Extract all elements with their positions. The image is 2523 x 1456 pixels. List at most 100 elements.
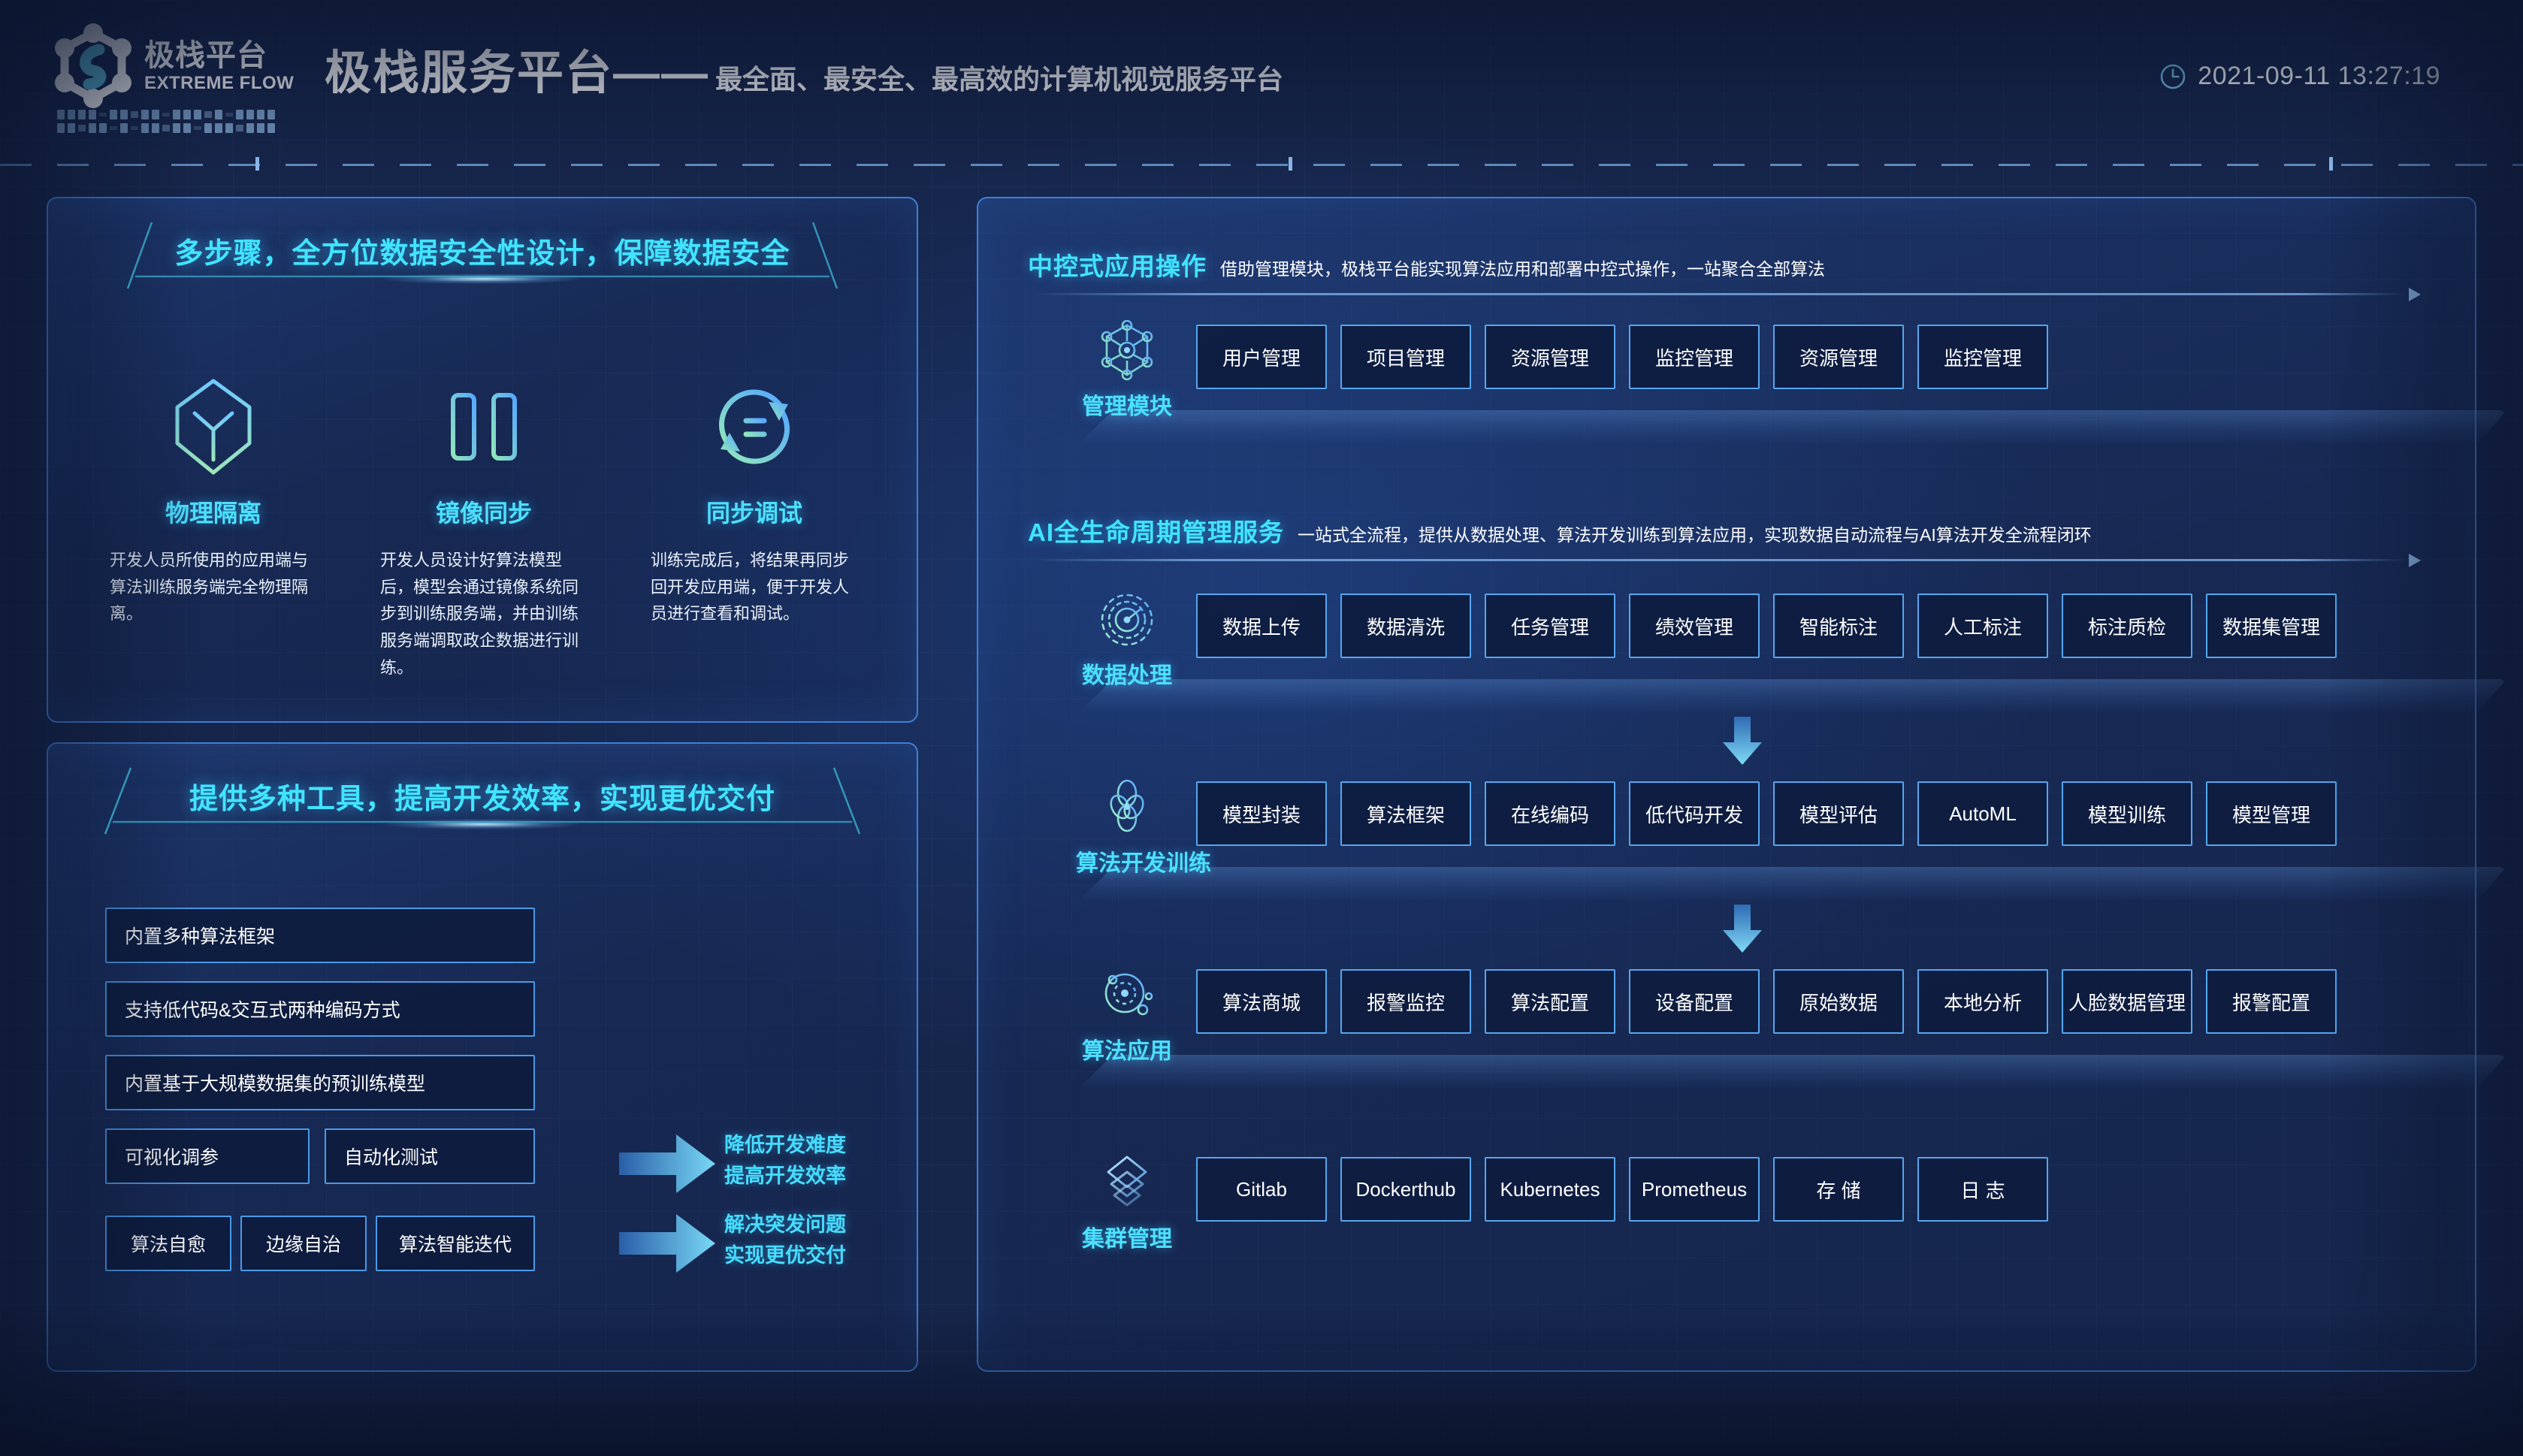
tool-box-label: 算法自愈 [130,1234,206,1255]
tool-box-label: 支持低代码&交互式两种编码方式 [125,1000,400,1021]
section-rule [1034,288,2421,301]
outcome-line-2: 提高开发效率 [724,1164,846,1187]
chip-algorithm-framework[interactable]: 算法框架 [1340,781,1471,846]
stacked-layers-icon [1076,1151,1178,1216]
chip-annotation-qc[interactable]: 标注质检 [2062,594,2192,658]
clock-icon [2160,64,2186,89]
chip-algorithm-config[interactable]: 算法配置 [1485,969,1615,1034]
section-title: AI全生命周期管理服务 [1028,518,1284,546]
chip-raw-data[interactable]: 原始数据 [1773,969,1904,1034]
tool-box-smart-iteration[interactable]: 算法智能迭代 [376,1216,535,1271]
tool-box-label: 内置多种算法框架 [125,926,276,947]
network-nodes-icon [1076,319,1178,383]
chip-dockerhub[interactable]: Dockerthub [1340,1157,1471,1222]
app-header: 极栈平台 EXTREME FLOW 极栈服务平台—— 最全面、最安全、最高效的计… [0,0,2523,171]
chip-automl[interactable]: AutoML [1917,781,2048,846]
logo-english-name: EXTREME FLOW [144,72,295,93]
section-header-ai-lifecycle: AI全生命周期管理服务 一站式全流程，提供从数据处理、算法开发训练到算法应用，实… [1028,512,2092,548]
chip-storage[interactable]: 存 储 [1773,1157,1904,1222]
feature-physical-isolation: 物理隔离 开发人员所使用的应用端与算法训练服务端完全物理隔离。 [78,376,349,681]
chip-alarm-monitoring[interactable]: 报警监控 [1340,969,1471,1034]
chip-model-packaging[interactable]: 模型封装 [1196,781,1327,846]
chip-alarm-config[interactable]: 报警配置 [2206,969,2337,1034]
chip-performance-management[interactable]: 绩效管理 [1629,594,1760,658]
chip-smart-annotation[interactable]: 智能标注 [1773,594,1904,658]
row-shelf [1079,1055,2506,1088]
section-rule [1034,554,2421,567]
chip-monitor-management[interactable]: 监控管理 [1629,325,1760,389]
chip-model-training[interactable]: 模型训练 [2062,781,2192,846]
outcome-efficiency: 降低开发难度 提高开发效率 [724,1130,846,1191]
row-management-module: 管理模块 用户管理 项目管理 资源管理 监控管理 资源管理 监控管理 [1076,319,2506,461]
row-shelf [1079,867,2506,900]
section-header-central-control: 中控式应用操作 借助管理模块，极栈平台能实现算法应用和部署中控式操作，一站聚合全… [1028,246,1825,282]
tools-content: 内置多种算法框架 支持低代码&交互式两种编码方式 内置基于大规模数据集的预训练模… [48,908,920,1358]
outcome-line-2: 实现更优交付 [724,1243,846,1267]
tool-box-label: 边缘自治 [265,1234,341,1255]
page-subtitle: 最全面、最安全、最高效的计算机视觉服务平台 [715,64,1284,95]
tool-box-frameworks[interactable]: 内置多种算法框架 [105,908,535,963]
row-label: 数据处理 [1082,663,1172,688]
row-chip-list: 数据上传 数据清洗 任务管理 绩效管理 智能标注 人工标注 标注质检 数据集管理 [1196,594,2337,658]
platform-capabilities-panel: 中控式应用操作 借助管理模块，极栈平台能实现算法应用和部署中控式操作，一站聚合全… [977,197,2506,1372]
tool-box-label: 自动化测试 [344,1147,439,1168]
orbit-atom-icon [1076,963,1178,1028]
chip-dataset-management[interactable]: 数据集管理 [2206,594,2337,658]
chip-gitlab[interactable]: Gitlab [1196,1157,1327,1222]
chip-low-code-development[interactable]: 低代码开发 [1629,781,1760,846]
row-label: 管理模块 [1082,394,1172,419]
chip-online-coding[interactable]: 在线编码 [1485,781,1615,846]
section-subtitle: 借助管理模块，极栈平台能实现算法应用和部署中控式操作，一站聚合全部算法 [1220,259,1825,279]
chip-kubernetes[interactable]: Kubernetes [1485,1157,1615,1222]
page-title: 极栈服务平台—— [325,47,710,99]
tool-box-edge-autonomy[interactable]: 边缘自治 [240,1216,367,1271]
chip-resource-management[interactable]: 资源管理 [1485,325,1615,389]
feature-name: 同步调试 [706,500,802,527]
security-banner: 多步骤，全方位数据安全性设计，保障数据安全 [48,198,917,289]
feature-mirror-sync: 镜像同步 开发人员设计好算法模型后，模型会通过镜像系统同步到训练服务端，并由训练… [349,376,619,681]
extreme-flow-logo-icon [55,23,131,108]
tool-box-visual-tuning[interactable]: 可视化调参 [105,1128,310,1184]
row-chip-list: 模型封装 算法框架 在线编码 低代码开发 模型评估 AutoML 模型训练 模型… [1196,781,2337,846]
tools-banner: 提供多种工具，提高开发效率，实现更优交付 [48,744,917,835]
chip-local-analysis[interactable]: 本地分析 [1917,969,2048,1034]
logo-chinese-name: 极栈平台 [144,38,267,72]
feature-description: 开发人员设计好算法模型后，模型会通过镜像系统同步到训练服务端，并由训练服务端调取… [380,551,579,677]
logo-decor-bars [57,110,283,135]
chip-model-evaluation[interactable]: 模型评估 [1773,781,1904,846]
chip-project-management[interactable]: 项目管理 [1340,325,1471,389]
datetime-text: 2021-09-11 13:27:19 [2198,62,2440,90]
outcome-line-1: 降低开发难度 [724,1134,846,1156]
row-chip-list: 用户管理 项目管理 资源管理 监控管理 资源管理 监控管理 [1196,325,2048,389]
data-security-panel: 多步骤，全方位数据安全性设计，保障数据安全 物理隔离 开发人员所使用的应用端与算… [47,197,918,723]
tool-box-automated-testing[interactable]: 自动化测试 [325,1128,535,1184]
tool-box-label: 算法智能迭代 [398,1234,512,1255]
chip-resource-management-2[interactable]: 资源管理 [1773,325,1904,389]
chip-task-management[interactable]: 任务管理 [1485,594,1615,658]
chip-manual-annotation[interactable]: 人工标注 [1917,594,2048,658]
tool-box-pretrained-models[interactable]: 内置基于大规模数据集的预训练模型 [105,1055,535,1110]
chip-prometheus[interactable]: Prometheus [1629,1157,1760,1222]
feature-name: 镜像同步 [435,500,532,527]
outcome-delivery: 解决突发问题 实现更优交付 [724,1210,846,1270]
datetime-display: 2021-09-11 13:27:19 [2159,62,2440,91]
tools-banner-text: 提供多种工具，提高开发效率，实现更优交付 [189,784,775,815]
chip-data-upload[interactable]: 数据上传 [1196,594,1327,658]
outcome-line-1: 解决突发问题 [724,1213,846,1236]
chip-monitor-management-2[interactable]: 监控管理 [1917,325,2048,389]
tool-box-label: 内置基于大规模数据集的预训练模型 [125,1074,426,1095]
brand-logo: 极栈平台 EXTREME FLOW [54,23,294,110]
radar-target-icon [1076,588,1178,652]
chip-device-config[interactable]: 设备配置 [1629,969,1760,1034]
sync-refresh-icon [707,376,802,478]
arrow-right-icon [619,1134,715,1193]
chip-algorithm-store[interactable]: 算法商城 [1196,969,1327,1034]
chip-model-management[interactable]: 模型管理 [2206,781,2337,846]
chip-face-data-management[interactable]: 人脸数据管理 [2062,969,2192,1034]
chip-logs[interactable]: 日 志 [1917,1157,2048,1222]
tool-box-algorithm-self-healing[interactable]: 算法自愈 [105,1216,231,1271]
chip-data-cleaning[interactable]: 数据清洗 [1340,594,1471,658]
row-chip-list: Gitlab Dockerthub Kubernetes Prometheus … [1196,1157,2048,1222]
chip-user-management[interactable]: 用户管理 [1196,325,1327,389]
tool-box-coding-modes[interactable]: 支持低代码&交互式两种编码方式 [105,981,535,1037]
